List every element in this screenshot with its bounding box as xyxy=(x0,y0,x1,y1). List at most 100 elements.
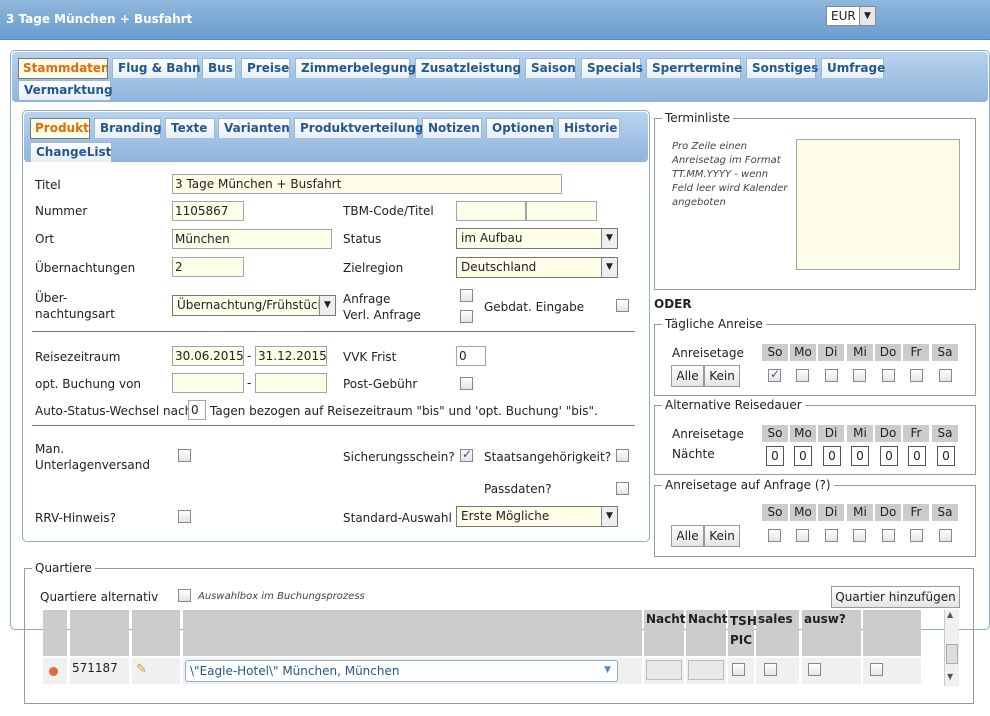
day-checkbox-so[interactable] xyxy=(768,367,781,382)
scroll-down-icon[interactable]: ▼ xyxy=(947,672,953,681)
tab-optionen[interactable]: Optionen xyxy=(486,118,554,138)
anfrage-alle-button[interactable]: Alle xyxy=(671,525,704,547)
anfrage-day-checkbox-fr[interactable] xyxy=(910,529,923,542)
anfrage-day-checkbox-mo[interactable] xyxy=(796,529,809,542)
quartier-hinzufuegen-button[interactable]: Quartier hinzufügen xyxy=(831,586,960,608)
tab-flug-bahn[interactable]: Flug & Bahn xyxy=(112,58,201,78)
man-unterlagen-checkbox[interactable] xyxy=(178,449,191,462)
reise-from-input[interactable]: 30.06.2015 xyxy=(172,346,244,366)
chevron-down-icon[interactable]: ▼ xyxy=(604,665,611,675)
zielregion-select[interactable]: Deutschland ▼ xyxy=(456,257,618,278)
day-checkbox-mo[interactable] xyxy=(796,369,809,382)
day-checkbox-sa[interactable] xyxy=(939,369,952,382)
titel-label: Titel xyxy=(35,178,61,192)
sicherung-checkbox[interactable] xyxy=(460,447,473,462)
naechte-input-mo[interactable]: 0 xyxy=(794,446,812,466)
tab-specials[interactable]: Specials xyxy=(581,58,643,78)
auto-status-input[interactable]: 0 xyxy=(188,400,206,420)
gebdat-checkbox[interactable] xyxy=(616,299,629,312)
standard-select[interactable]: Erste Mögliche ▼ xyxy=(456,506,618,527)
opt-to-input[interactable] xyxy=(255,373,327,393)
nacht-input-1[interactable] xyxy=(646,660,682,680)
naechte-input-di[interactable]: 0 xyxy=(823,446,841,466)
day-checkbox-mi[interactable] xyxy=(853,369,866,382)
anfrage-checkbox[interactable] xyxy=(460,289,473,302)
naechte-input-so[interactable]: 0 xyxy=(766,446,784,466)
day-checkbox-di[interactable] xyxy=(825,369,838,382)
tab-vermarktung[interactable]: Vermarktung xyxy=(18,80,113,100)
titel-input[interactable]: 3 Tage München + Busfahrt xyxy=(172,174,562,194)
row-checkbox[interactable] xyxy=(870,663,883,676)
scrollbar[interactable]: ▲ ▼ xyxy=(944,610,959,686)
anfrage-kein-button[interactable]: Kein xyxy=(704,525,740,547)
chevron-down-icon[interactable]: ▼ xyxy=(319,296,335,315)
table-cell xyxy=(644,658,684,684)
taegliche-kein-button[interactable]: Kein xyxy=(704,365,740,387)
hotel-select[interactable]: \"Eagle-Hotel\" München, München ▼ xyxy=(185,660,618,682)
nacht-input-2[interactable] xyxy=(688,660,724,680)
ort-input[interactable]: München xyxy=(172,229,332,249)
day-checkbox-fr[interactable] xyxy=(910,369,923,382)
art-label-1: Über- xyxy=(35,291,68,305)
tab-bus[interactable]: Bus xyxy=(202,58,236,78)
vvk-input[interactable]: 0 xyxy=(456,346,486,366)
naechte-input-do[interactable]: 0 xyxy=(880,446,898,466)
tab-zimmerbelegung[interactable]: Zimmerbelegung xyxy=(295,58,416,78)
tab-varianten[interactable]: Varianten xyxy=(218,118,290,138)
verl-anfrage-checkbox[interactable] xyxy=(460,310,473,323)
tab-stammdaten[interactable]: Stammdaten xyxy=(18,58,108,79)
pencil-icon[interactable]: ✎ xyxy=(136,662,147,677)
naechte-input-sa[interactable]: 0 xyxy=(937,446,955,466)
staat-checkbox[interactable] xyxy=(616,449,629,462)
currency-select[interactable]: EUR ▼ xyxy=(826,6,876,26)
anfrage-day-checkbox-do[interactable] xyxy=(882,529,895,542)
tab-historie[interactable]: Historie xyxy=(558,118,620,138)
tab-zusatzleistung[interactable]: Zusatzleistung xyxy=(415,58,521,78)
table-header xyxy=(183,610,642,656)
tab-saison[interactable]: Saison xyxy=(525,58,576,78)
chevron-down-icon[interactable]: ▼ xyxy=(601,258,617,277)
table-cell xyxy=(686,658,726,684)
ausw-checkbox[interactable] xyxy=(808,663,821,676)
uebernachtungsart-select[interactable]: Übernachtung/Frühstück ▼ xyxy=(172,295,336,316)
scroll-up-icon[interactable]: ▲ xyxy=(947,610,953,619)
uebernachtungen-input[interactable]: 2 xyxy=(172,257,244,277)
status-select[interactable]: im Aufbau ▼ xyxy=(456,228,618,249)
anfrage-day-checkbox-sa[interactable] xyxy=(939,529,952,542)
anfrage-day-checkbox-di[interactable] xyxy=(825,529,838,542)
pass-checkbox[interactable] xyxy=(616,482,629,495)
post-checkbox[interactable] xyxy=(460,377,473,390)
day-checkbox-do[interactable] xyxy=(882,369,895,382)
chevron-down-icon[interactable]: ▼ xyxy=(859,7,875,25)
reise-to-input[interactable]: 31.12.2015 xyxy=(255,346,327,366)
naechte-input-mi[interactable]: 0 xyxy=(851,446,869,466)
delete-icon[interactable] xyxy=(49,667,58,676)
tab-umfrage[interactable]: Umfrage xyxy=(821,58,885,78)
tab-branding[interactable]: Branding xyxy=(94,118,162,138)
tbm-code-input[interactable] xyxy=(456,201,526,221)
taegliche-alle-button[interactable]: Alle xyxy=(671,365,704,387)
tab-produkt[interactable]: Produkt xyxy=(30,118,90,139)
scrollbar-thumb[interactable] xyxy=(946,644,958,664)
tab-preise[interactable]: Preise xyxy=(241,58,290,78)
tab-notizen[interactable]: Notizen xyxy=(422,118,482,138)
chevron-down-icon[interactable]: ▼ xyxy=(601,229,617,248)
tab-texte[interactable]: Texte xyxy=(165,118,215,138)
terminliste-textarea[interactable] xyxy=(796,139,960,270)
tsh-pic-checkbox[interactable] xyxy=(732,663,745,676)
naechte-input-fr[interactable]: 0 xyxy=(908,446,926,466)
opt-from-input[interactable] xyxy=(172,373,244,393)
quartiere-alt-checkbox[interactable] xyxy=(178,589,191,602)
rrv-checkbox[interactable] xyxy=(178,510,191,523)
anfrage-day-checkbox-so[interactable] xyxy=(768,529,781,542)
nummer-input[interactable]: 1105867 xyxy=(172,201,244,221)
tab-changelist[interactable]: ChangeList xyxy=(30,142,112,162)
status-value: im Aufbau xyxy=(461,231,523,245)
tab-produktverteilung[interactable]: Produktverteilung xyxy=(294,118,423,138)
chevron-down-icon[interactable]: ▼ xyxy=(601,507,617,526)
tab-sonstiges[interactable]: Sonstiges xyxy=(746,58,818,78)
tbm-title-input[interactable] xyxy=(526,201,597,221)
sales-checkbox[interactable] xyxy=(764,663,777,676)
anfrage-day-checkbox-mi[interactable] xyxy=(853,529,866,542)
tab-sperrtermine[interactable]: Sperrtermine xyxy=(646,58,742,78)
